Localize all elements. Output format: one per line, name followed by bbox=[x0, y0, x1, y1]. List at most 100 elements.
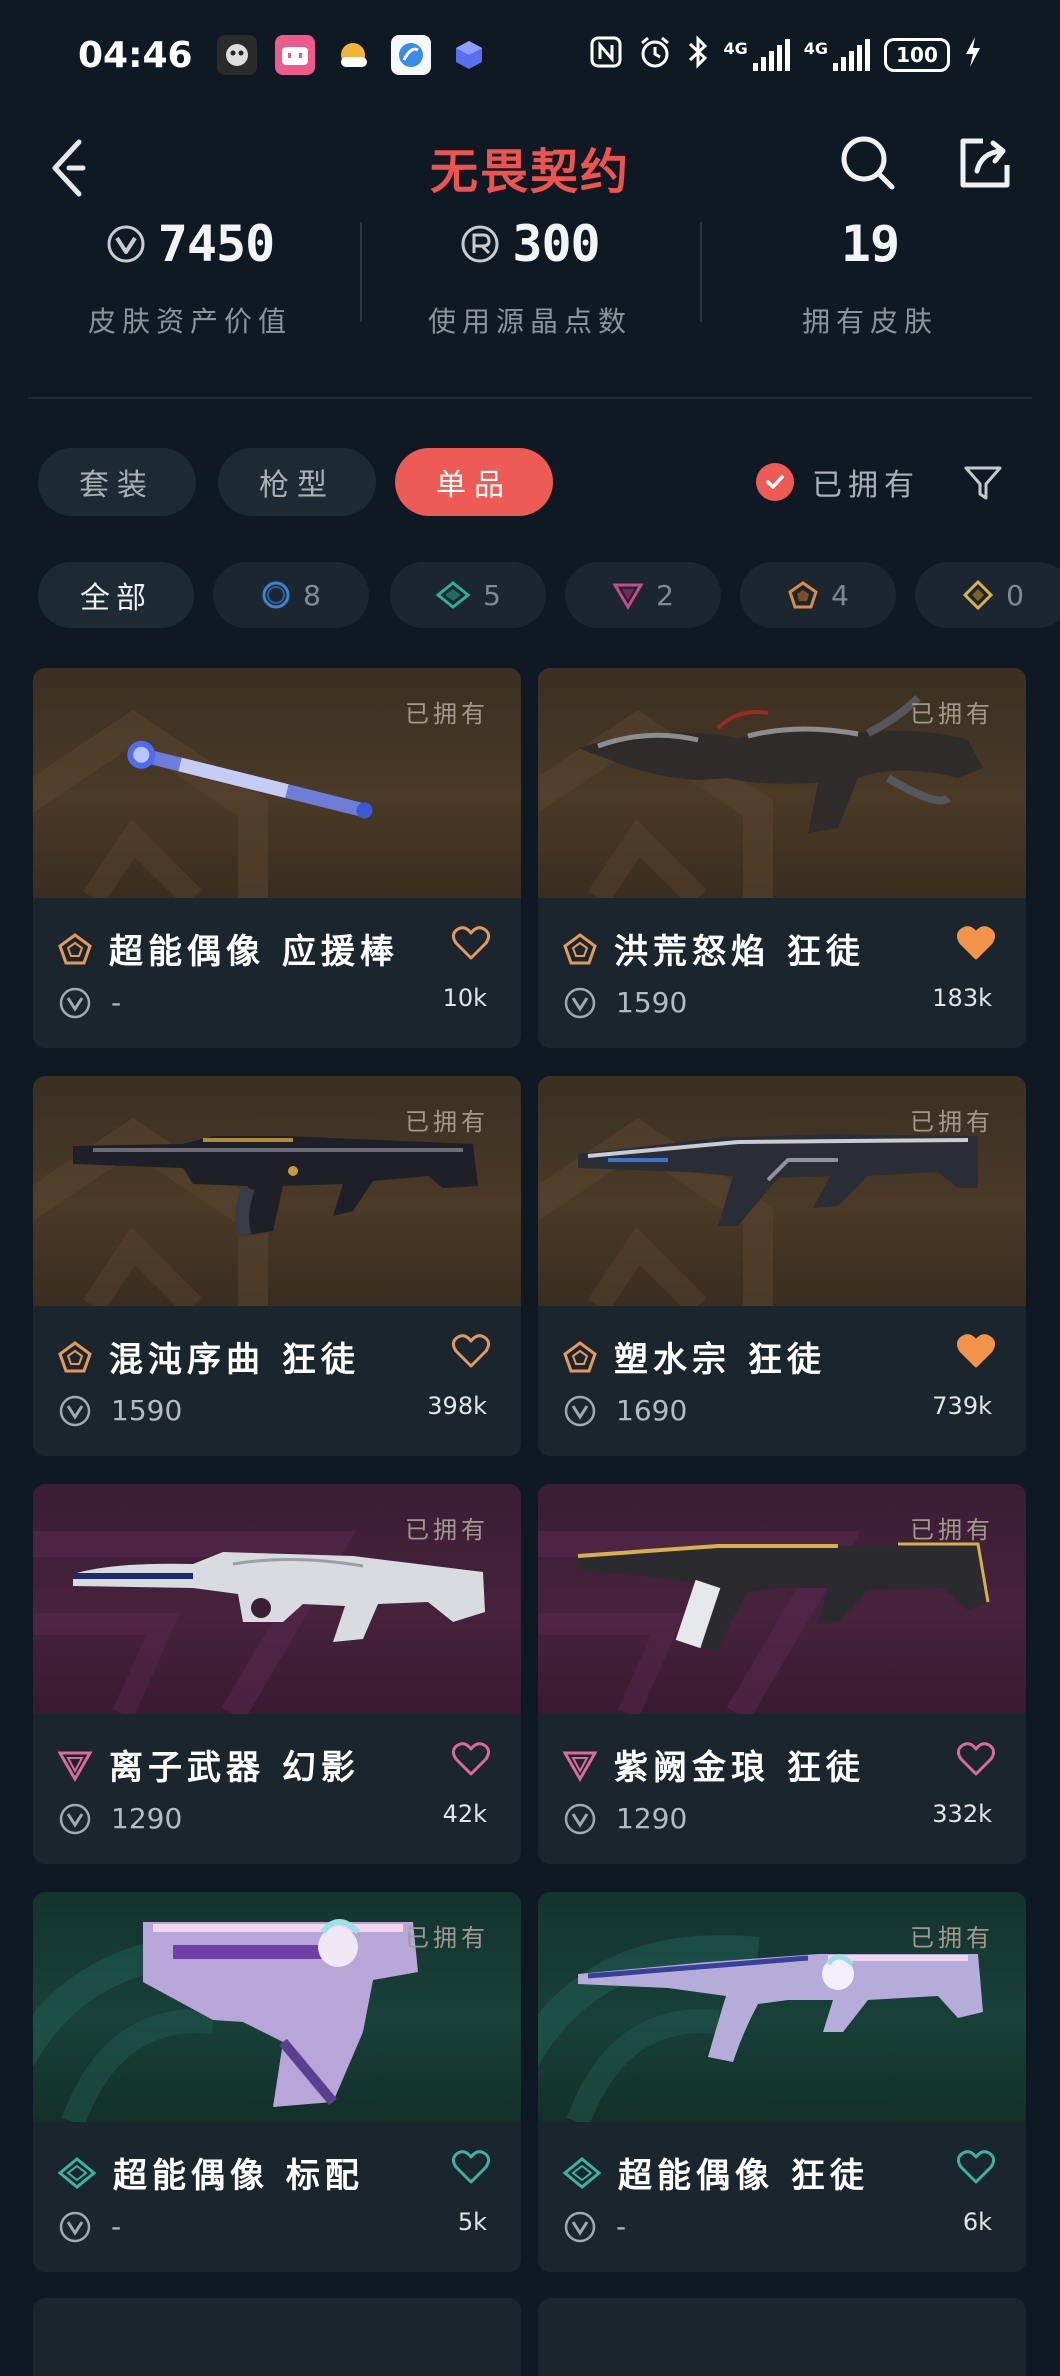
charging-icon bbox=[964, 35, 982, 75]
stat-label: 使用源晶点数 bbox=[427, 305, 632, 338]
skin-image: 已拥有 bbox=[33, 1076, 521, 1306]
select-tier-icon bbox=[262, 581, 290, 609]
skin-price: 1590 bbox=[616, 986, 688, 1019]
heart-outline-icon[interactable] bbox=[451, 924, 491, 962]
vp-coin-icon bbox=[59, 2211, 91, 2242]
heart-outline-icon[interactable] bbox=[956, 1740, 996, 1778]
vp-coin-icon bbox=[107, 225, 145, 263]
owned-filter-toggle[interactable]: 已拥有 bbox=[756, 460, 920, 504]
skin-card[interactable]: 已拥有 紫阙金琅 狂徒 1290 332k bbox=[538, 1484, 1026, 1864]
exclusive-tier-icon bbox=[563, 932, 597, 964]
rarity-count: 8 bbox=[303, 578, 321, 612]
skin-card[interactable]: 已拥有 塑水宗 狂徒 1690 739k bbox=[538, 1076, 1026, 1456]
premium-tier-icon bbox=[57, 1751, 93, 1782]
skin-price: - bbox=[616, 2210, 627, 2243]
exclusive-tier-icon bbox=[58, 932, 92, 964]
stat-value: 19 bbox=[840, 215, 900, 273]
category-tabs: 套装 枪型 单品 已拥有 bbox=[38, 448, 1038, 518]
vp-coin-icon bbox=[59, 987, 91, 1018]
like-count: 398k bbox=[427, 1392, 487, 1420]
tab-single-items[interactable]: 单品 bbox=[395, 448, 553, 516]
skin-name: 超能偶像 狂徒 bbox=[618, 2156, 869, 2196]
stat-asset-value: 7450 皮肤资产价值 bbox=[20, 210, 360, 360]
like-count: 42k bbox=[442, 1800, 487, 1828]
skin-price: - bbox=[111, 2210, 122, 2243]
like-count: 183k bbox=[932, 984, 992, 1012]
stat-value: 300 bbox=[512, 215, 600, 273]
skin-card-partial[interactable] bbox=[538, 2298, 1026, 2376]
filter-button[interactable] bbox=[958, 458, 1008, 508]
owned-badge: 已拥有 bbox=[910, 700, 994, 728]
rarity-filter-deluxe[interactable]: 5 bbox=[390, 562, 546, 628]
skin-card[interactable]: 已拥有 超能偶像 狂徒 - 6k bbox=[538, 1892, 1026, 2272]
stat-owned-skins: 19 拥有皮肤 bbox=[700, 210, 1040, 360]
skin-price: - bbox=[111, 986, 122, 1019]
rarity-count: 4 bbox=[831, 578, 849, 612]
heart-filled-icon[interactable] bbox=[956, 924, 996, 962]
skin-price: 1690 bbox=[616, 1394, 688, 1427]
like-count: 332k bbox=[932, 1800, 992, 1828]
skin-image: 已拥有 bbox=[538, 668, 1026, 898]
skin-image: 已拥有 bbox=[33, 1892, 521, 2122]
rarity-filters: 全部 8 5 2 4 0 bbox=[38, 562, 1060, 630]
rarity-filter-all[interactable]: 全部 bbox=[38, 562, 194, 628]
skin-image: 已拥有 bbox=[538, 1484, 1026, 1714]
vp-coin-icon bbox=[59, 1803, 91, 1834]
heart-outline-icon[interactable] bbox=[451, 1740, 491, 1778]
network-type-1: 4G bbox=[723, 39, 748, 58]
skin-card[interactable]: 已拥有 离子武器 幻影 1290 42k bbox=[33, 1484, 521, 1864]
rarity-filter-premium[interactable]: 2 bbox=[565, 562, 721, 628]
share-button[interactable] bbox=[950, 128, 1020, 198]
owned-badge: 已拥有 bbox=[910, 1516, 994, 1544]
rarity-count: 5 bbox=[483, 578, 501, 612]
skin-card[interactable]: 已拥有 超能偶像 应援棒 - 10k bbox=[33, 668, 521, 1048]
status-bar: 04:46 4G 4G 100 bbox=[0, 0, 1060, 110]
ultra-tier-icon bbox=[962, 579, 994, 611]
skin-image: 已拥有 bbox=[538, 1076, 1026, 1306]
heart-outline-icon[interactable] bbox=[451, 2148, 491, 2186]
skin-card[interactable]: 已拥有 超能偶像 标配 - 5k bbox=[33, 1892, 521, 2272]
owned-badge: 已拥有 bbox=[910, 1924, 994, 1952]
tab-weapon-type[interactable]: 枪型 bbox=[218, 448, 376, 516]
tab-bundles[interactable]: 套装 bbox=[38, 448, 196, 516]
stat-label: 皮肤资产价值 bbox=[87, 305, 292, 338]
owned-badge: 已拥有 bbox=[405, 1924, 489, 1952]
alarm-icon bbox=[637, 34, 673, 76]
search-button[interactable] bbox=[833, 128, 903, 198]
skin-card-partial[interactable] bbox=[33, 2298, 521, 2376]
cube-app-icon bbox=[449, 35, 489, 75]
skin-card[interactable]: 已拥有 洪荒怒焰 狂徒 1590 183k bbox=[538, 668, 1026, 1048]
search-icon bbox=[841, 136, 895, 190]
rarity-filter-select[interactable]: 8 bbox=[213, 562, 369, 628]
skin-name: 超能偶像 标配 bbox=[113, 2156, 364, 2196]
vp-coin-icon bbox=[564, 1395, 596, 1426]
deluxe-tier-icon bbox=[57, 2156, 97, 2189]
notification-app-icon bbox=[216, 35, 257, 75]
skin-name: 洪荒怒焰 狂徒 bbox=[614, 932, 865, 972]
rarity-filter-exclusive[interactable]: 4 bbox=[740, 562, 896, 628]
owned-badge: 已拥有 bbox=[405, 700, 489, 728]
rarity-filter-ultra[interactable]: 0 bbox=[915, 562, 1060, 628]
skin-image: 已拥有 bbox=[538, 1892, 1026, 2122]
owned-filter-label: 已拥有 bbox=[812, 468, 920, 503]
heart-filled-icon[interactable] bbox=[956, 1332, 996, 1370]
deluxe-tier-icon bbox=[435, 581, 471, 609]
status-time: 04:46 bbox=[78, 34, 193, 76]
radianite-icon bbox=[461, 225, 499, 263]
skin-name: 混沌序曲 狂徒 bbox=[109, 1340, 360, 1380]
network-type-2: 4G bbox=[803, 39, 828, 58]
skin-name: 塑水宗 狂徒 bbox=[614, 1340, 826, 1380]
filter-icon bbox=[964, 466, 1002, 500]
exclusive-tier-icon bbox=[788, 581, 818, 609]
skin-name: 离子武器 幻影 bbox=[109, 1748, 360, 1788]
stat-value: 7450 bbox=[157, 215, 275, 273]
skin-name: 超能偶像 应援棒 bbox=[109, 932, 399, 972]
heart-outline-icon[interactable] bbox=[956, 2148, 996, 2186]
deluxe-tier-icon bbox=[562, 2156, 602, 2189]
rarity-count: 0 bbox=[1006, 578, 1024, 612]
vp-coin-icon bbox=[564, 2211, 596, 2242]
heart-outline-icon[interactable] bbox=[451, 1332, 491, 1370]
skin-price: 1290 bbox=[111, 1802, 183, 1835]
skin-price: 1590 bbox=[111, 1394, 183, 1427]
skin-card[interactable]: 已拥有 混沌序曲 狂徒 1590 398k bbox=[33, 1076, 521, 1456]
